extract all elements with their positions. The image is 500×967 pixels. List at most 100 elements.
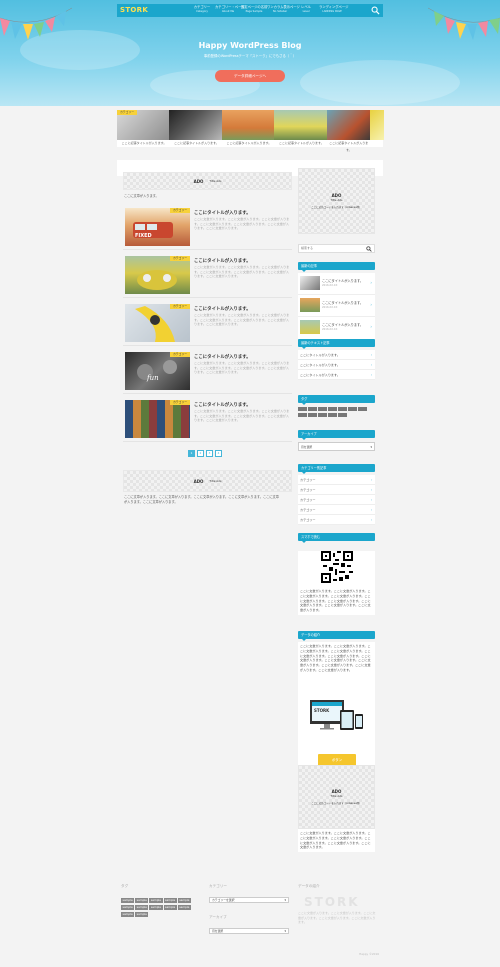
nav-item-landing[interactable]: ランディングページ LANDING PAGE: [319, 5, 348, 16]
tag-chip[interactable]: [318, 413, 327, 417]
archive-select[interactable]: 月を選択: [209, 928, 289, 934]
recent-post-item[interactable]: ここにタイトルが入ります。 2016.XX.XX ›: [298, 273, 375, 295]
ad-block[interactable]: ADO Title Ads ここに広告コードを入れます（Adsense等）: [298, 765, 375, 829]
page-button[interactable]: 4: [215, 450, 222, 457]
article-card[interactable]: FIXED カテゴリー ここにタイトルが入ります。 ここに文章が入ります。ここに…: [123, 206, 292, 250]
tag-chip[interactable]: [338, 413, 347, 417]
text-list-item[interactable]: ここにタイトルが入ります。 ›: [298, 360, 375, 370]
tag-chip[interactable]: sample: [177, 905, 191, 910]
tag-chip[interactable]: [318, 407, 327, 411]
category-item[interactable]: カテゴリー ›: [298, 505, 375, 515]
tag-chip[interactable]: sample: [121, 905, 135, 910]
widget-title: 最新のテキスト記事: [298, 339, 375, 349]
hero-button[interactable]: データ詳細ページへ: [215, 70, 285, 82]
category-item[interactable]: カテゴリー ›: [298, 485, 375, 495]
sidebar-ad-top[interactable]: ADO Title Ads ここに広告コードを入れます（Adsense等）: [298, 168, 375, 234]
search-icon[interactable]: [366, 246, 372, 252]
tag-chip[interactable]: [328, 407, 337, 411]
slider-item[interactable]: [369, 110, 384, 147]
article-title[interactable]: ここにタイトルが入ります。: [194, 306, 251, 312]
nav-item-category[interactable]: カテゴリー Category: [189, 5, 215, 16]
slider-item[interactable]: ここに記事タイトルが入ります。: [221, 110, 276, 147]
site-description: 事前登録のWordPressテーマ「ストーク」にでもさる（＾）: [203, 54, 297, 58]
article-list: FIXED カテゴリー ここにタイトルが入ります。 ここに文章が入ります。ここに…: [123, 206, 292, 446]
category-item[interactable]: カテゴリー ›: [298, 515, 375, 525]
article-card[interactable]: カテゴリー ここにタイトルが入ります。 ここに文章が入ります。ここに文章が入りま…: [123, 254, 292, 298]
nav-item-page-sample[interactable]: 固定ページの名前 Page Sample: [241, 5, 267, 16]
search-icon[interactable]: [371, 6, 380, 15]
nav-item-no-sidebar[interactable]: ワンカラム表示ページ No Sidebar: [267, 5, 300, 16]
tag-chip[interactable]: sample: [135, 912, 149, 917]
recent-post-date: 2016.XX.XX: [322, 306, 338, 309]
article-title[interactable]: ここにタイトルが入ります。: [194, 210, 251, 216]
tag-chip[interactable]: sample: [135, 898, 149, 903]
category-item[interactable]: カテゴリー ›: [298, 495, 375, 505]
widget-title: 最新の記事: [298, 262, 375, 272]
tag-chip[interactable]: [298, 413, 307, 417]
widget-title: データの紹介: [298, 631, 375, 641]
widget-tags: タグ: [298, 395, 375, 419]
tag-chip[interactable]: sample: [121, 912, 135, 917]
recent-post-item[interactable]: ここにタイトルが入ります。 2016.XX.XX ›: [298, 295, 375, 317]
article-title[interactable]: ここにタイトルが入ります。: [194, 354, 251, 360]
footer-widget-title: データの紹介: [298, 884, 320, 888]
recent-post-item[interactable]: ここにタイトルが入ります。 2016.XX.XX ›: [298, 317, 375, 339]
page-button[interactable]: 2: [197, 450, 204, 457]
tag-chip[interactable]: [328, 413, 337, 417]
tag-chip[interactable]: sample: [149, 905, 163, 910]
article-card[interactable]: カテゴリー ここにタイトルが入ります。 ここに文章が入ります。ここに文章が入りま…: [123, 302, 292, 346]
category-label: カテゴリー: [170, 256, 190, 261]
category-select[interactable]: カテゴリーを選択: [209, 897, 289, 903]
article-thumbnail: fun: [137, 360, 177, 382]
page-button[interactable]: 3: [206, 450, 213, 457]
nav-menu: カテゴリー Category カテゴリー・ページ About Me 固定ページの名前…: [189, 5, 349, 16]
nav-item-about[interactable]: カテゴリー・ページ About Me: [215, 5, 245, 16]
chevron-right-icon: ›: [370, 488, 372, 492]
slider-item[interactable]: カテゴリー ここに記事タイトルが入ります。: [117, 110, 171, 147]
tag-chip[interactable]: [348, 407, 357, 411]
article-card[interactable]: カテゴリー ここにタイトルが入ります。 ここに文章が入ります。ここに文章が入りま…: [123, 398, 292, 442]
slide-caption: ここに記事タイトルが入ります。: [117, 140, 171, 147]
article-card[interactable]: fun カテゴリー ここにタイトルが入ります。 ここに文章が入ります。ここに文章…: [123, 350, 292, 394]
tag-chip[interactable]: sample: [121, 898, 135, 903]
text-list-item[interactable]: ここにタイトルが入ります。 ›: [298, 350, 375, 360]
slider-item[interactable]: ここに記事タイトルが入ります。: [169, 110, 224, 147]
tag-chip[interactable]: [358, 407, 367, 411]
category-item[interactable]: カテゴリー ›: [298, 475, 375, 485]
bottom-ad[interactable]: ADO Title Ads: [123, 470, 292, 492]
devices-mockup-icon: STORK: [310, 700, 363, 730]
tag-chip[interactable]: sample: [177, 898, 191, 903]
footer-about: データの紹介 STORK ここに文章が入ります。ここに文章が入ります。ここに文章…: [298, 884, 378, 925]
widget-text-list: 最新のテキスト記事 ここにタイトルが入ります。 › ここにタイトルが入ります。 › …: [298, 339, 375, 380]
site-logo[interactable]: STORK: [120, 6, 148, 14]
tag-chip[interactable]: sample: [163, 905, 177, 910]
tag-chip[interactable]: [308, 407, 317, 411]
tag-chip[interactable]: sample: [135, 905, 149, 910]
slider-item[interactable]: ここに記事タイトルが入ります。: [274, 110, 329, 147]
tag-chip[interactable]: [338, 407, 347, 411]
top-ad[interactable]: ADO Title Ads: [123, 172, 292, 190]
search-input[interactable]: 検索する: [299, 246, 313, 250]
article-title[interactable]: ここにタイトルが入ります。: [194, 258, 251, 264]
tag-chip[interactable]: [298, 407, 307, 411]
recent-post-title: ここにタイトルが入ります。: [322, 301, 364, 305]
nav-item-level[interactable]: レベル Level: [293, 5, 319, 16]
archive-select[interactable]: 月を選択: [298, 442, 375, 451]
widget-title: タグ: [298, 395, 375, 405]
article-title[interactable]: ここにタイトルが入ります。: [194, 402, 251, 408]
svg-text:fun: fun: [146, 374, 159, 382]
tag-chip[interactable]: [308, 413, 317, 417]
ad-sub: Title Ads: [330, 198, 343, 202]
tag-chip[interactable]: sample: [163, 898, 177, 903]
article-thumbnail: FIXED: [133, 222, 173, 239]
footer-tags: タグ sample sample sample sample samplesample s…: [121, 884, 201, 918]
page-button[interactable]: 1: [188, 450, 195, 457]
chevron-right-icon: ›: [370, 302, 372, 307]
ad-label: ADO: [193, 478, 204, 484]
article-thumbnail: [137, 270, 177, 290]
widget-title: スマホで読む: [298, 533, 375, 543]
slider-item[interactable]: ここに記事タイトルが入ります。: [326, 110, 371, 152]
tag-chip[interactable]: sample: [149, 898, 163, 903]
text-list-item[interactable]: ここにタイトルが入ります。 ›: [298, 370, 375, 380]
widget-title: アーカイブ: [298, 430, 375, 440]
